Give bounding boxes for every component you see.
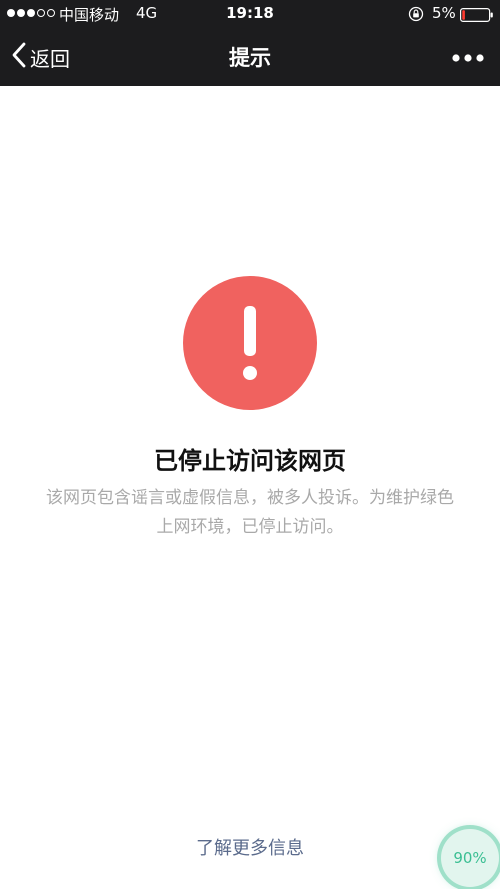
- navigation-bar: 返回 提示: [0, 28, 500, 86]
- description-line: 该网页包含谣言或虚假信息，被多人投诉。为维护绿色: [46, 488, 454, 508]
- rotation-lock-icon: [408, 6, 424, 26]
- battery-icon: [460, 8, 494, 26]
- screen: 中国移动 4G 19:18 5% 返回 提示 已停止访问该网页 该网页包含谣言或…: [0, 0, 500, 889]
- warning-icon: [183, 276, 317, 410]
- more-dots-icon: [452, 54, 484, 62]
- learn-more-link[interactable]: 了解更多信息: [0, 834, 500, 860]
- status-time: 19:18: [226, 4, 274, 22]
- page-title: 提示: [229, 46, 271, 70]
- description-line: 上网环境，已停止访问。: [156, 517, 344, 537]
- blocked-description: 该网页包含谣言或虚假信息，被多人投诉。为维护绿色 上网环境，已停止访问。: [20, 484, 480, 542]
- status-bar: 中国移动 4G 19:18 5%: [0, 0, 500, 28]
- more-button[interactable]: [448, 50, 488, 64]
- blocked-title: 已停止访问该网页: [154, 447, 346, 475]
- progress-badge[interactable]: 90%: [441, 829, 499, 887]
- battery-percentage: 5%: [432, 4, 456, 22]
